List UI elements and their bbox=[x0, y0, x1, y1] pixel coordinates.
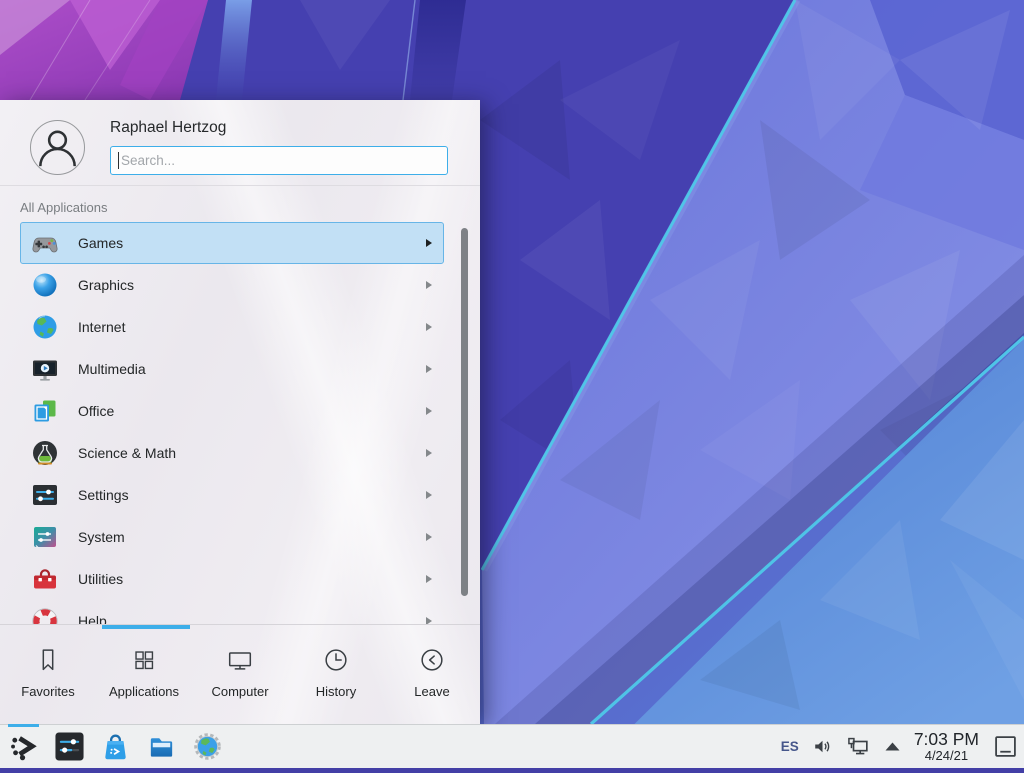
application-launcher-button[interactable] bbox=[8, 731, 39, 762]
system-settings-icon bbox=[54, 731, 85, 762]
clock-time: 7:03 PM bbox=[914, 730, 979, 749]
gamepad-icon bbox=[29, 227, 61, 259]
digital-clock[interactable]: 7:03 PM 4/24/21 bbox=[914, 730, 979, 763]
tab-label: Applications bbox=[109, 684, 179, 699]
submenu-arrow-icon bbox=[426, 449, 432, 457]
user-avatar[interactable] bbox=[30, 120, 85, 175]
application-launcher-menu: Raphael Hertzog All Applications Games bbox=[0, 100, 480, 724]
submenu-arrow-icon bbox=[426, 281, 432, 289]
system-tile-icon bbox=[29, 521, 61, 553]
submenu-arrow-icon bbox=[426, 533, 432, 541]
computer-monitor-icon bbox=[225, 645, 255, 675]
menu-item-help[interactable]: Help bbox=[20, 600, 444, 624]
menu-item-games[interactable]: Games bbox=[20, 222, 444, 264]
footer-separator bbox=[0, 624, 480, 625]
globe-icon bbox=[29, 311, 61, 343]
menu-item-office[interactable]: Office bbox=[20, 390, 444, 432]
network-icon[interactable] bbox=[846, 735, 871, 758]
launcher-tab-bar: Favorites Applications Computer History bbox=[0, 629, 480, 724]
system-tray: ES 7:03 PM 4/24/21 bbox=[781, 730, 1024, 763]
tab-history[interactable]: History bbox=[288, 629, 384, 724]
submenu-arrow-icon bbox=[426, 323, 432, 331]
menu-item-system[interactable]: System bbox=[20, 516, 444, 558]
keyboard-layout-indicator[interactable]: ES bbox=[781, 739, 799, 754]
search-input[interactable] bbox=[110, 146, 448, 175]
menu-item-label: Internet bbox=[78, 319, 125, 335]
submenu-arrow-icon bbox=[426, 407, 432, 415]
application-category-list: Games Graphics Internet bbox=[0, 222, 480, 624]
clock-date: 4/24/21 bbox=[914, 749, 979, 763]
menu-item-label: Utilities bbox=[78, 571, 123, 587]
applications-grid-icon bbox=[129, 645, 159, 675]
submenu-arrow-icon bbox=[426, 575, 432, 583]
settings-sliders-icon bbox=[29, 479, 61, 511]
science-flask-icon bbox=[29, 437, 61, 469]
menu-item-graphics[interactable]: Graphics bbox=[20, 264, 444, 306]
lifebuoy-icon bbox=[29, 605, 61, 624]
header-separator bbox=[0, 185, 480, 186]
person-icon bbox=[31, 121, 84, 174]
menu-item-science-math[interactable]: Science & Math bbox=[20, 432, 444, 474]
user-name: Raphael Hertzog bbox=[110, 119, 226, 137]
menu-item-label: Games bbox=[78, 235, 123, 251]
browser-globe-icon bbox=[192, 731, 223, 762]
submenu-arrow-icon bbox=[426, 617, 432, 624]
discover-bag-icon bbox=[100, 731, 131, 762]
show-desktop-icon bbox=[994, 735, 1017, 758]
menu-item-label: Graphics bbox=[78, 277, 134, 293]
multimedia-monitor-icon bbox=[29, 353, 61, 385]
toolbox-icon bbox=[29, 563, 61, 595]
history-clock-icon bbox=[321, 645, 351, 675]
office-documents-icon bbox=[29, 395, 61, 427]
tab-label: Leave bbox=[414, 684, 449, 699]
bookmark-icon bbox=[33, 645, 63, 675]
section-label: All Applications bbox=[20, 200, 107, 215]
web-browser-button[interactable] bbox=[192, 731, 223, 762]
submenu-arrow-icon bbox=[426, 239, 432, 247]
tab-label: Favorites bbox=[21, 684, 74, 699]
tab-computer[interactable]: Computer bbox=[192, 629, 288, 724]
menu-item-label: Science & Math bbox=[78, 445, 176, 461]
discover-button[interactable] bbox=[100, 731, 131, 762]
menu-item-internet[interactable]: Internet bbox=[20, 306, 444, 348]
expand-tray-icon[interactable] bbox=[884, 740, 901, 752]
show-desktop-button[interactable] bbox=[992, 731, 1018, 761]
submenu-arrow-icon bbox=[426, 491, 432, 499]
tab-favorites[interactable]: Favorites bbox=[0, 629, 96, 724]
system-settings-button[interactable] bbox=[54, 731, 85, 762]
menu-item-label: Help bbox=[78, 613, 107, 624]
file-manager-button[interactable] bbox=[146, 731, 177, 762]
tab-label: History bbox=[316, 684, 356, 699]
menu-item-utilities[interactable]: Utilities bbox=[20, 558, 444, 600]
tab-applications[interactable]: Applications bbox=[96, 629, 192, 724]
list-scrollbar[interactable] bbox=[461, 228, 468, 596]
kde-kickoff-icon bbox=[8, 731, 39, 762]
menu-item-settings[interactable]: Settings bbox=[20, 474, 444, 516]
text-caret bbox=[118, 152, 119, 169]
taskbar-panel: ES 7:03 PM 4/24/21 bbox=[0, 724, 1024, 768]
dolphin-folder-icon bbox=[146, 731, 177, 762]
menu-item-label: Office bbox=[78, 403, 114, 419]
menu-item-multimedia[interactable]: Multimedia bbox=[20, 348, 444, 390]
audio-volume-icon[interactable] bbox=[812, 736, 833, 757]
menu-item-label: Multimedia bbox=[78, 361, 146, 377]
taskbar-launchers bbox=[0, 731, 223, 762]
graphics-sphere-icon bbox=[29, 269, 61, 301]
tab-label: Computer bbox=[211, 684, 268, 699]
tab-leave[interactable]: Leave bbox=[384, 629, 480, 724]
menu-item-label: System bbox=[78, 529, 125, 545]
menu-item-label: Settings bbox=[78, 487, 129, 503]
leave-circle-icon bbox=[417, 645, 447, 675]
submenu-arrow-icon bbox=[426, 365, 432, 373]
